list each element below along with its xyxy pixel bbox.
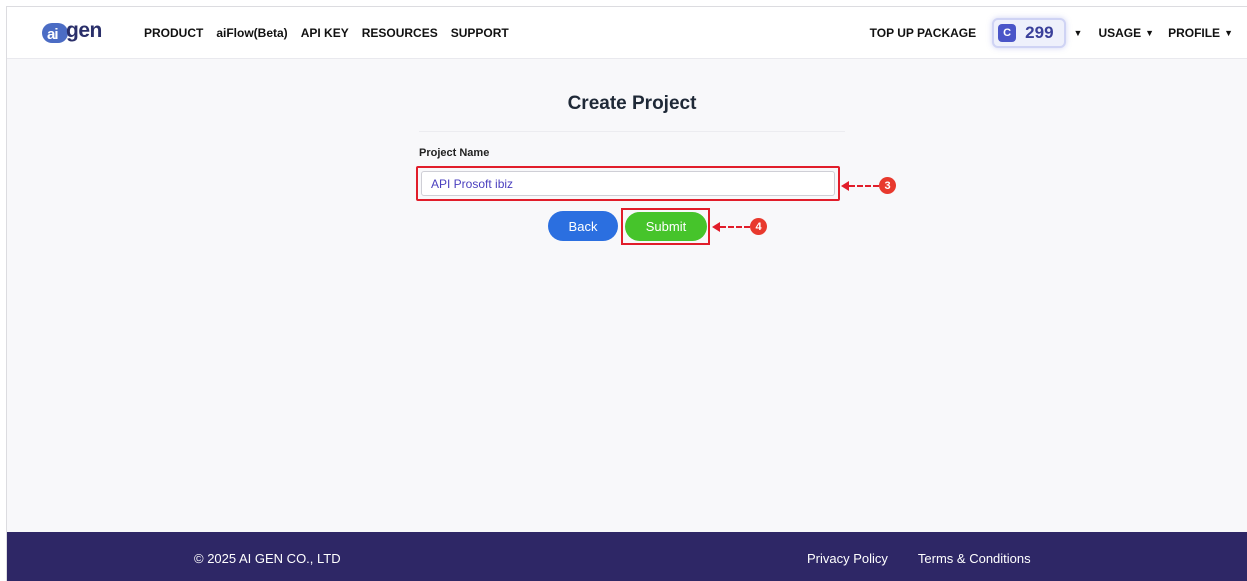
credit-coin-icon: C — [998, 24, 1017, 42]
submit-button[interactable]: Submit — [625, 212, 707, 241]
logo-word: gen — [66, 19, 102, 42]
footer-links: Privacy Policy Terms & Conditions — [807, 551, 1031, 566]
credit-balance[interactable]: C 299 — [992, 18, 1066, 48]
project-name-label: Project Name — [419, 147, 490, 159]
submit-highlight-box: Submit — [621, 208, 710, 245]
main-nav: PRODUCT aiFlow(Beta) API KEY RESOURCES S… — [144, 7, 509, 59]
privacy-policy-link[interactable]: Privacy Policy — [807, 551, 888, 566]
credit-amount: 299 — [1025, 23, 1054, 42]
nav-support[interactable]: SUPPORT — [451, 26, 509, 40]
annotation-step-3: 3 — [841, 177, 896, 194]
profile-dropdown[interactable]: PROFILE ▼ — [1168, 26, 1233, 40]
dashed-line — [720, 225, 750, 228]
top-navbar: ai gen PRODUCT aiFlow(Beta) API KEY RESO… — [7, 7, 1247, 59]
app-window: ai gen PRODUCT aiFlow(Beta) API KEY RESO… — [6, 6, 1247, 581]
title-divider — [419, 131, 845, 132]
dashed-line — [849, 184, 879, 187]
arrow-left-icon — [712, 221, 720, 232]
arrow-left-icon — [841, 180, 849, 191]
usage-label: USAGE — [1098, 26, 1142, 40]
nav-api-key[interactable]: API KEY — [301, 26, 349, 40]
chevron-down-icon[interactable]: ▼ — [1074, 28, 1083, 38]
top-up-package-link[interactable]: TOP UP PACKAGE — [870, 26, 976, 40]
back-button[interactable]: Back — [548, 211, 618, 241]
step-badge: 4 — [750, 218, 767, 235]
page-footer: © 2025 AI GEN CO., LTD Privacy Policy Te… — [7, 532, 1247, 581]
chevron-down-icon: ▼ — [1145, 28, 1155, 38]
profile-label: PROFILE — [1168, 26, 1221, 40]
page-title: Create Project — [567, 93, 697, 114]
copyright-text: © 2025 AI GEN CO., LTD — [194, 551, 341, 566]
step-badge: 3 — [879, 177, 896, 194]
annotation-step-4: 4 — [712, 218, 767, 235]
nav-resources[interactable]: RESOURCES — [362, 26, 438, 40]
nav-aiflow[interactable]: aiFlow(Beta) — [216, 26, 287, 40]
terms-link[interactable]: Terms & Conditions — [918, 551, 1031, 566]
project-name-input[interactable] — [421, 171, 835, 196]
nav-right: TOP UP PACKAGE C 299 ▼ USAGE ▼ PROFILE ▼ — [870, 7, 1233, 59]
logo-mark-text: ai — [47, 26, 58, 43]
usage-dropdown[interactable]: USAGE ▼ — [1098, 26, 1154, 40]
aigen-logo[interactable]: ai gen — [42, 19, 114, 45]
nav-product[interactable]: PRODUCT — [144, 26, 203, 40]
input-highlight-box — [416, 166, 840, 201]
logo-mark: ai — [42, 23, 68, 43]
chevron-down-icon: ▼ — [1224, 28, 1233, 38]
